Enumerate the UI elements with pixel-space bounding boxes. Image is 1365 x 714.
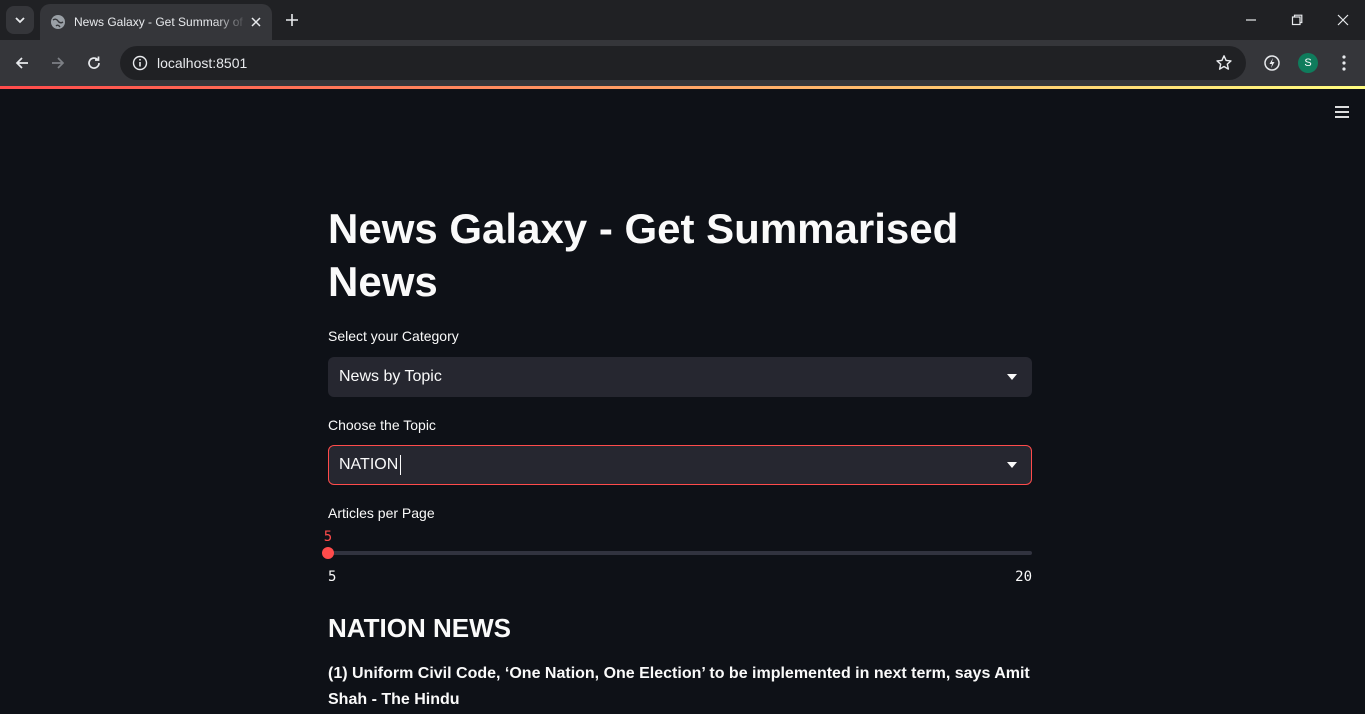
browser-tab-bar: News Galaxy - Get Summary of — [0, 0, 1365, 40]
hamburger-icon — [1335, 106, 1349, 118]
extension-icon[interactable] — [1260, 51, 1284, 75]
back-button[interactable] — [8, 49, 36, 77]
app-menu-button[interactable] — [1330, 103, 1354, 121]
topic-select-text: NATION — [339, 456, 399, 474]
page-title: News Galaxy - Get Summarised News — [328, 205, 959, 305]
close-icon — [1337, 14, 1349, 26]
topic-select[interactable]: NATION — [328, 445, 1032, 485]
browser-tab-active[interactable]: News Galaxy - Get Summary of — [40, 4, 272, 40]
more-vertical-icon — [1342, 55, 1346, 71]
new-tab-button[interactable] — [280, 8, 304, 32]
close-tab-icon[interactable] — [248, 14, 264, 30]
address-url: localhost:8501 — [157, 55, 248, 71]
bookmark-star-icon[interactable] — [1214, 53, 1234, 73]
profile-initial: S — [1298, 53, 1318, 73]
slider-max-label: 20 — [1015, 569, 1032, 585]
article-title: (1) Uniform Civil Code, ‘One Nation, One… — [328, 665, 1030, 708]
forward-button[interactable] — [44, 49, 72, 77]
arrow-left-icon — [15, 57, 28, 69]
category-label: Select your Category — [328, 328, 459, 344]
category-select[interactable]: News by Topic — [328, 357, 1032, 397]
tab-search-button[interactable] — [6, 6, 34, 34]
restore-icon — [1291, 14, 1303, 26]
minimize-icon — [1246, 19, 1256, 21]
slider-min-label: 5 — [328, 569, 337, 585]
reload-button[interactable] — [80, 49, 108, 77]
globe-icon — [51, 15, 65, 29]
chevron-down-icon — [15, 17, 25, 24]
section-heading: NATION NEWS — [328, 613, 511, 643]
address-bar[interactable]: localhost:8501 — [120, 46, 1246, 80]
dropdown-arrow-icon — [1003, 456, 1021, 474]
articles-slider-thumb[interactable] — [322, 547, 334, 559]
category-select-value: News by Topic — [339, 368, 442, 385]
tab-title: News Galaxy - Get Summary of — [74, 15, 243, 29]
profile-avatar[interactable]: S — [1296, 51, 1320, 75]
dropdown-arrow-icon — [1003, 368, 1021, 386]
browser-toolbar: localhost:8501 S — [0, 40, 1365, 86]
app-root: News Galaxy - Get Summarised News Select… — [0, 89, 1365, 714]
arrow-right-icon — [52, 57, 65, 69]
close-window-button[interactable] — [1320, 0, 1365, 40]
slider-current-value: 5 — [323, 529, 333, 545]
reload-icon — [88, 56, 100, 69]
articles-per-page-label: Articles per Page — [328, 505, 435, 521]
articles-slider-track[interactable] — [328, 551, 1032, 555]
topic-label: Choose the Topic — [328, 417, 436, 433]
minimize-window-button[interactable] — [1228, 0, 1274, 40]
text-cursor — [400, 455, 402, 475]
site-info-icon[interactable] — [128, 51, 152, 75]
restore-window-button[interactable] — [1274, 0, 1320, 40]
browser-menu-button[interactable] — [1332, 51, 1356, 75]
topic-select-value: NATION — [339, 455, 1003, 475]
plus-icon — [286, 14, 298, 26]
